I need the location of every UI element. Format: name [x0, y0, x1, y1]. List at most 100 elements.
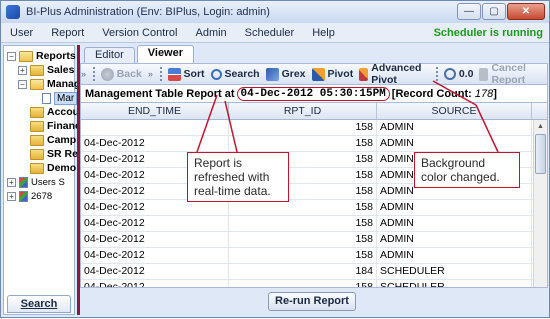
cancel-report-button[interactable]: Cancel Report	[479, 62, 541, 86]
back-arrow-icon	[100, 67, 114, 81]
table-row[interactable]: 04-Dec-2012 158 ADMIN	[81, 200, 547, 216]
tab-viewer[interactable]: Viewer	[136, 45, 195, 63]
tree-node-users[interactable]: + Users S	[7, 175, 65, 189]
menu-scheduler[interactable]: Scheduler	[236, 27, 304, 39]
grex-button[interactable]: Grex	[265, 67, 306, 81]
table-row[interactable]: 04-Dec-2012 184 SCHEDULER	[81, 264, 547, 280]
grid-header: END_TIME RPT_ID SOURCE	[81, 103, 547, 120]
menu-report[interactable]: Report	[42, 27, 93, 39]
toolbar-overflow-icon[interactable]: »	[81, 69, 86, 79]
tree-node-label: Demo	[47, 162, 77, 174]
users-icon	[19, 176, 28, 188]
advanced-pivot-label: Advanced Pivot	[371, 62, 422, 86]
record-count-suffix: ]	[493, 87, 497, 100]
minimize-button[interactable]: —	[457, 3, 481, 20]
menu-admin[interactable]: Admin	[186, 27, 235, 39]
toolbar-grip[interactable]	[159, 67, 163, 81]
rpt-id-cell: 158	[229, 232, 377, 247]
column-header-end-time[interactable]: END_TIME	[81, 103, 229, 119]
tree-node-management-report[interactable]: Mar	[42, 91, 78, 105]
rpt-id-cell: 158	[229, 280, 377, 287]
toolbar-overflow-icon[interactable]: »	[148, 69, 153, 79]
tree-node-sr-reports[interactable]: SR Re	[30, 147, 78, 161]
end-time-cell: 04-Dec-2012	[81, 136, 229, 151]
menu-version-control[interactable]: Version Control	[93, 27, 186, 39]
menu-help[interactable]: Help	[303, 27, 344, 39]
folder-icon	[19, 50, 33, 62]
tree-node-2678[interactable]: + 2678	[7, 189, 52, 203]
scroll-thumb[interactable]	[535, 134, 546, 174]
folder-icon	[30, 162, 44, 174]
table-row[interactable]: 158 ADMIN	[81, 120, 547, 136]
tree-node-sales[interactable]: + Sales	[18, 63, 74, 77]
expand-icon[interactable]: +	[7, 177, 16, 187]
close-button[interactable]: ✕	[507, 3, 545, 20]
tab-editor[interactable]: Editor	[84, 47, 135, 63]
menu-user[interactable]: User	[1, 27, 42, 39]
report-timestamp: 04-Dec-2012 05:30:15PM	[236, 86, 390, 101]
pivot-button[interactable]: Pivot	[311, 67, 353, 81]
source-cell: ADMIN	[377, 136, 532, 151]
rpt-id-cell: 158	[229, 120, 377, 135]
column-header-source[interactable]: SOURCE	[377, 103, 532, 119]
scheduler-status: Scheduler is running	[433, 27, 543, 39]
tree-node-management[interactable]: − Manag	[18, 77, 80, 91]
rpt-id-cell: 158	[229, 200, 377, 215]
table-row[interactable]: 04-Dec-2012 158 ADMIN	[81, 232, 547, 248]
table-row[interactable]: 04-Dec-2012 158 SCHEDULER	[81, 280, 547, 287]
tree-node-label: Accou	[47, 106, 80, 118]
report-title-bar: Management Table Report at 04-Dec-2012 0…	[80, 85, 548, 102]
title-bar[interactable]: BI-Plus Administration (Env: BIPlus, Log…	[1, 1, 549, 23]
table-row[interactable]: 04-Dec-2012 158 ADMIN	[81, 248, 547, 264]
column-header-rpt-id[interactable]: RPT_ID	[229, 103, 377, 119]
search-tab[interactable]: Search	[7, 295, 71, 313]
pivot-icon	[311, 67, 325, 81]
tree-node-reports[interactable]: − Reports	[7, 49, 76, 63]
rerun-report-button[interactable]: Re-run Report	[268, 292, 356, 311]
end-time-cell: 04-Dec-2012	[81, 200, 229, 215]
scroll-up-icon[interactable]: ▲	[534, 120, 547, 133]
tree-node-demo[interactable]: Demo	[30, 161, 76, 175]
end-time-cell: 04-Dec-2012	[81, 216, 229, 231]
tree-node-label: Reports	[36, 50, 76, 62]
folder-icon	[30, 148, 44, 160]
search-label: Search	[224, 68, 260, 80]
search-icon	[210, 68, 222, 80]
search-button[interactable]: Search	[210, 68, 260, 80]
grex-icon	[265, 67, 279, 81]
collapse-icon[interactable]: −	[18, 79, 27, 89]
timer-display: 0.0	[443, 68, 473, 80]
maximize-button[interactable]: ▢	[482, 3, 506, 20]
tree-node-campaign[interactable]: Camp	[30, 133, 76, 147]
report-footer: Re-run Report	[80, 288, 548, 315]
rpt-id-cell: 158	[229, 248, 377, 263]
toolbar-grip[interactable]	[93, 67, 96, 81]
sort-button[interactable]: Sort	[167, 67, 205, 81]
users-icon	[19, 190, 28, 202]
vertical-scrollbar[interactable]: ▲	[533, 120, 547, 287]
report-icon	[42, 92, 51, 104]
tree-node-label: Mar	[54, 91, 78, 105]
rpt-id-cell: 158	[229, 216, 377, 231]
source-cell: ADMIN	[377, 200, 532, 215]
table-row[interactable]: 04-Dec-2012 158 ADMIN	[81, 216, 547, 232]
tree-node-label: Sales	[47, 64, 75, 76]
table-row[interactable]: 04-Dec-2012 158 ADMIN	[81, 136, 547, 152]
end-time-cell	[81, 120, 229, 135]
sort-icon	[167, 67, 181, 81]
tab-strip: Editor Viewer	[80, 45, 548, 63]
clock-icon	[443, 68, 456, 80]
folder-icon	[30, 106, 44, 118]
expand-icon[interactable]: +	[18, 65, 27, 75]
advanced-pivot-button[interactable]: Advanced Pivot	[359, 62, 426, 86]
folder-icon	[30, 120, 44, 132]
tree-node-accounts[interactable]: Accou	[30, 105, 79, 119]
collapse-icon[interactable]: −	[7, 51, 16, 61]
sort-label: Sort	[183, 68, 205, 80]
toolbar-grip[interactable]	[436, 67, 439, 81]
end-time-cell: 04-Dec-2012	[81, 280, 229, 287]
back-button[interactable]: Back	[100, 67, 142, 81]
folder-icon	[30, 134, 44, 146]
tree-node-finance[interactable]: Financ	[30, 119, 81, 133]
expand-icon[interactable]: +	[7, 191, 16, 201]
